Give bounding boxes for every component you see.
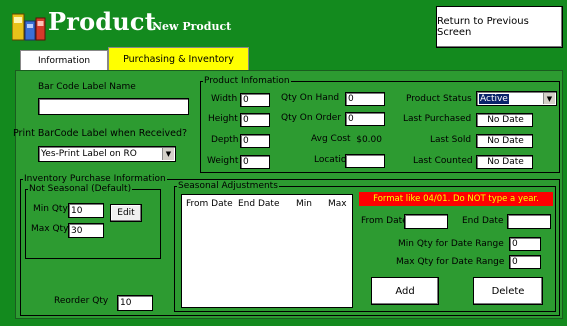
reorder-qty-label: Reorder Qty <box>54 296 109 306</box>
from-date-label: From Date <box>361 216 408 226</box>
qty-on-order-input[interactable]: 0 <box>345 112 385 126</box>
height-input[interactable]: 0 <box>240 113 270 127</box>
qty-on-hand-input[interactable]: 0 <box>345 92 385 106</box>
chevron-down-icon[interactable]: ▼ <box>543 93 555 104</box>
last-counted-label: Last Counted <box>413 156 473 166</box>
print-barcode-select[interactable]: Yes-Print Label on RO ▼ <box>38 146 176 162</box>
last-purchased-label: Last Purchased <box>403 114 472 124</box>
page-subtitle: New Product <box>152 20 232 33</box>
depth-input[interactable]: 0 <box>240 134 270 148</box>
date-format-warning: Format like 04/01. Do NOT type a year. <box>359 192 553 206</box>
width-input[interactable]: 0 <box>240 93 270 107</box>
max-qty-label: Max Qty <box>31 224 69 234</box>
seasonal-list[interactable]: From Date End Date Min Max <box>181 194 353 308</box>
column-header-from-date: From Date <box>186 199 233 209</box>
print-barcode-value: Yes-Print Label on RO <box>41 149 137 159</box>
qty-on-hand-label: Qty On Hand <box>281 93 340 103</box>
purchasing-inventory-panel: Bar Code Label Name Print BarCode Label … <box>13 70 563 319</box>
seasonal-adjustments-group: Seasonal Adjustments From Date End Date … <box>174 181 556 312</box>
tab-purchasing-inventory[interactable]: Purchasing & Inventory <box>108 47 249 70</box>
edit-button[interactable]: Edit <box>110 204 142 222</box>
last-sold-label: Last Sold <box>430 135 472 145</box>
last-purchased-value: No Date <box>476 113 533 127</box>
qty-on-order-label: Qty On Order <box>281 113 342 123</box>
inventory-purchase-title: Inventory Purchase Information <box>23 174 167 184</box>
column-header-min: Min <box>296 199 312 209</box>
end-date-label: End Date <box>462 216 504 226</box>
seasonal-adjustments-title: Seasonal Adjustments <box>177 181 279 191</box>
weight-input[interactable]: 0 <box>240 155 270 169</box>
inventory-purchase-group: Inventory Purchase Information Not Seaso… <box>20 174 560 316</box>
add-button[interactable]: Add <box>371 277 439 305</box>
page-title: Product <box>48 7 157 36</box>
chevron-down-icon[interactable]: ▼ <box>162 148 174 160</box>
not-seasonal-title: Not Seasonal (Default) <box>28 184 133 194</box>
tab-information[interactable]: Information <box>20 50 108 70</box>
min-range-input[interactable]: 0 <box>509 237 541 251</box>
end-date-input[interactable] <box>507 214 551 229</box>
height-label: Height <box>208 114 238 124</box>
max-range-input[interactable]: 0 <box>509 255 541 269</box>
column-header-end-date: End Date <box>238 199 280 209</box>
last-sold-value: No Date <box>476 134 533 148</box>
return-button[interactable]: Return to Previous Screen <box>436 6 563 48</box>
location-input[interactable] <box>345 154 385 168</box>
width-label: Width <box>211 94 238 104</box>
product-status-label: Product Status <box>406 94 472 104</box>
max-range-label: Max Qty for Date Range <box>396 257 505 267</box>
print-barcode-label: Print BarCode Label when Received? <box>13 128 188 139</box>
product-boxes-icon <box>12 13 46 41</box>
delete-button[interactable]: Delete <box>473 277 543 305</box>
barcode-label-name-label: Bar Code Label Name <box>38 82 136 92</box>
max-qty-input[interactable]: 30 <box>68 223 104 238</box>
product-info-group: Product Infomation Width 0 Height 0 Dept… <box>200 76 560 173</box>
column-header-max: Max <box>328 199 347 209</box>
depth-label: Depth <box>211 135 239 145</box>
min-qty-input[interactable]: 10 <box>68 203 104 218</box>
last-counted-value: No Date <box>476 155 533 169</box>
reorder-qty-input[interactable]: 10 <box>117 295 153 311</box>
product-info-title: Product Infomation <box>203 76 291 86</box>
not-seasonal-group: Not Seasonal (Default) Min Qty 10 Max Qt… <box>25 184 161 259</box>
min-qty-label: Min Qty <box>33 204 68 214</box>
barcode-label-name-input[interactable] <box>38 98 189 115</box>
from-date-input[interactable] <box>404 214 448 229</box>
product-window: Product New Product Return to Previous S… <box>0 0 567 326</box>
product-status-select[interactable]: Active ▼ <box>476 91 557 106</box>
min-range-label: Min Qty for Date Range <box>398 239 504 249</box>
product-status-value: Active <box>479 93 509 104</box>
avg-cost-value: $0.00 <box>356 135 382 145</box>
weight-label: Weight <box>207 156 239 166</box>
